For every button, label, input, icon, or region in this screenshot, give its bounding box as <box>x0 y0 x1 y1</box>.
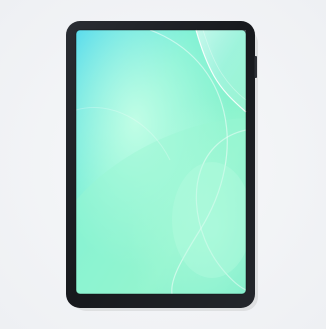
tablet-illustration <box>66 21 258 311</box>
side-button <box>254 56 257 78</box>
product-photo <box>0 0 326 329</box>
